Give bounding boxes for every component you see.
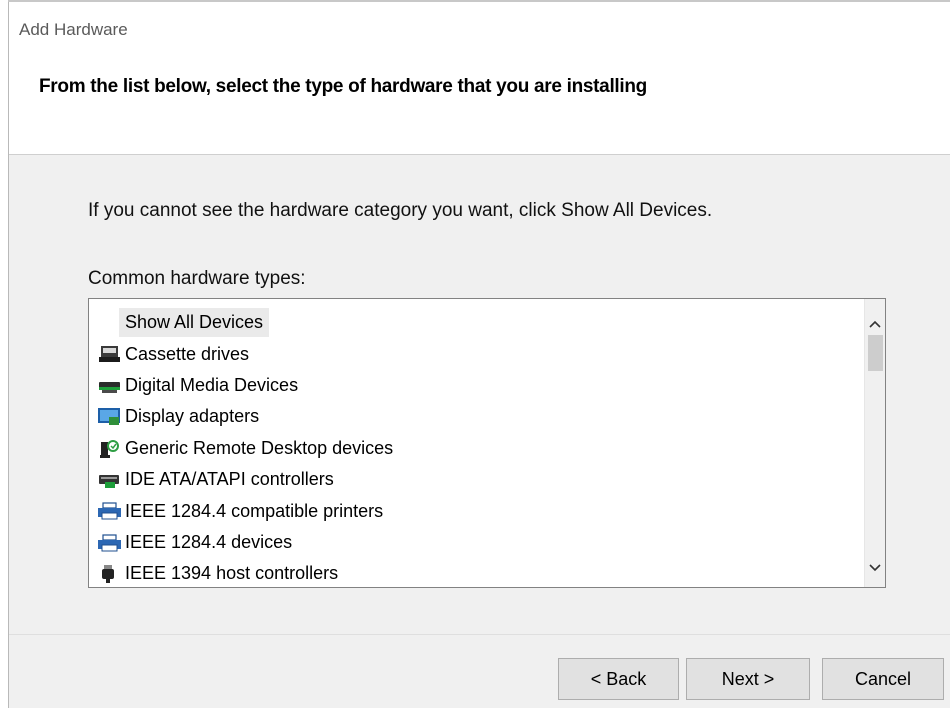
window-title: Add Hardware xyxy=(19,20,128,39)
list-item-digital-media-devices[interactable]: Digital Media Devices xyxy=(89,370,865,401)
list-item-label: IEEE 1284.4 devices xyxy=(125,531,293,552)
scrollbar-thumb[interactable] xyxy=(868,335,883,371)
next-button[interactable]: Next > xyxy=(686,658,810,700)
display-adapter-icon xyxy=(97,407,123,427)
list-item-generic-remote-desktop-devices[interactable]: Generic Remote Desktop devices xyxy=(89,433,865,464)
ieee1394-icon xyxy=(97,564,123,584)
list-scrollbar[interactable] xyxy=(864,299,885,587)
list-item-cassette-drives[interactable]: Cassette drives xyxy=(89,338,865,369)
list-items-container: Show All Devices Cassette drives Digital… xyxy=(89,299,865,587)
scroll-down-arrow-icon[interactable] xyxy=(865,557,885,579)
printer-icon xyxy=(97,501,123,521)
printer-icon xyxy=(97,533,123,553)
list-item-ieee-1284-4-devices[interactable]: IEEE 1284.4 devices xyxy=(89,527,865,558)
left-window-edge xyxy=(0,0,9,708)
list-item-display-adapters[interactable]: Display adapters xyxy=(89,401,865,432)
list-item-show-all-devices[interactable]: Show All Devices xyxy=(89,307,865,338)
list-item-label: Cassette drives xyxy=(125,343,250,364)
ide-controller-icon xyxy=(97,470,123,490)
list-item-label: Generic Remote Desktop devices xyxy=(125,437,394,458)
list-item-label: Show All Devices xyxy=(119,308,270,338)
footer-divider xyxy=(9,634,950,635)
scroll-up-arrow-icon[interactable] xyxy=(865,313,885,335)
instruction-heading: From the list below, select the type of … xyxy=(39,76,647,97)
list-item-label: IEEE 1284.4 compatible printers xyxy=(125,500,384,521)
cassette-drive-icon xyxy=(97,344,123,364)
list-item-label: Display adapters xyxy=(125,406,260,427)
list-label: Common hardware types: xyxy=(88,268,306,289)
wizard-header: Add Hardware From the list below, select… xyxy=(9,2,950,155)
remote-desktop-icon xyxy=(97,439,123,459)
digital-media-icon xyxy=(97,376,123,396)
list-item-ide-ata-atapi-controllers[interactable]: IDE ATA/ATAPI controllers xyxy=(89,464,865,495)
back-button[interactable]: < Back xyxy=(558,658,679,700)
cancel-button[interactable]: Cancel xyxy=(822,658,944,700)
list-item-label: Digital Media Devices xyxy=(125,374,299,395)
hint-text: If you cannot see the hardware category … xyxy=(88,200,713,221)
list-item-label: IDE ATA/ATAPI controllers xyxy=(125,469,334,490)
list-item-ieee-1284-4-compatible-printers[interactable]: IEEE 1284.4 compatible printers xyxy=(89,495,865,526)
list-item-label: IEEE 1394 host controllers xyxy=(125,563,339,584)
list-item-ieee-1394-host-controllers[interactable]: IEEE 1394 host controllers xyxy=(89,558,865,587)
hardware-types-list[interactable]: Show All Devices Cassette drives Digital… xyxy=(88,298,886,588)
